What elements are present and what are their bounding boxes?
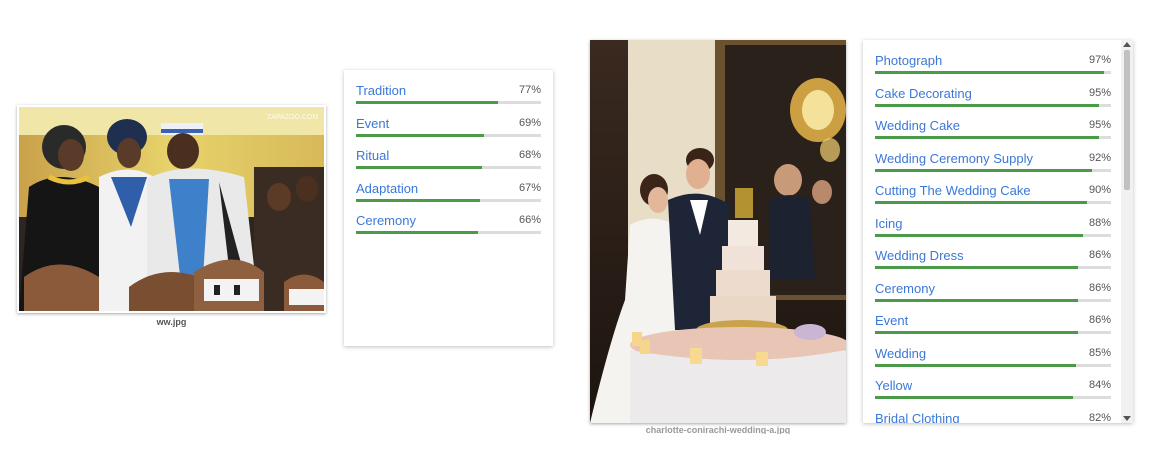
label-score: 97% xyxy=(1088,54,1111,66)
label-row: Ceremony 66% xyxy=(356,207,541,240)
label-row: Wedding Ceremony Supply 92% xyxy=(875,145,1111,178)
score-bar-track xyxy=(356,133,541,137)
image-1-caption: ww.jpg xyxy=(156,317,187,327)
label-name[interactable]: Event xyxy=(875,313,908,328)
score-bar-track xyxy=(356,166,541,169)
label-name[interactable]: Event xyxy=(356,116,389,131)
label-row: Ceremony 86% xyxy=(875,275,1111,308)
label-name[interactable]: Photograph xyxy=(875,53,942,68)
label-row: Photograph 97% xyxy=(875,47,1111,80)
labels-list-2[interactable]: Photograph 97% Cake Decorating 95% Wedding C… xyxy=(875,47,1111,423)
score-bar-fill xyxy=(875,233,1083,237)
label-name[interactable]: Tradition xyxy=(356,83,406,98)
label-score: 67% xyxy=(518,181,541,194)
score-bar-fill xyxy=(875,298,1078,302)
label-score: 92% xyxy=(1088,151,1111,164)
label-row: Cake Decorating 95% xyxy=(875,80,1111,113)
label-row: Event 69% xyxy=(356,110,541,143)
label-score: 77% xyxy=(518,84,541,96)
label-score: 86% xyxy=(1088,314,1111,326)
score-bar-fill xyxy=(875,71,1104,74)
score-bar-track xyxy=(875,331,1111,334)
scroll-thumb[interactable] xyxy=(1124,50,1130,190)
label-row: Cutting The Wedding Cake 90% xyxy=(875,177,1111,210)
scrollbar[interactable] xyxy=(1121,40,1133,423)
label-row: Yellow 84% xyxy=(875,372,1111,405)
label-row: Ritual 68% xyxy=(356,142,541,175)
label-score: 95% xyxy=(1088,86,1111,99)
label-score: 86% xyxy=(1088,249,1111,261)
label-name[interactable]: Ceremony xyxy=(356,213,416,228)
score-bar-fill xyxy=(875,168,1093,172)
label-row: Event 86% xyxy=(875,307,1111,340)
score-bar-track xyxy=(875,168,1111,172)
score-bar-fill xyxy=(875,396,1074,399)
score-bar-track xyxy=(356,101,541,104)
label-score: 69% xyxy=(518,116,541,129)
label-name[interactable]: Wedding xyxy=(875,346,926,361)
label-name[interactable]: Yellow xyxy=(875,378,912,393)
scroll-up-arrow-icon[interactable] xyxy=(1123,42,1131,47)
photo-card-2 xyxy=(590,40,846,423)
labels-panel-1: Tradition 77% Event 69% Ritual 68% Adaptation 6… xyxy=(344,70,553,346)
label-row: Icing 88% xyxy=(875,210,1111,243)
label-row: Adaptation 67% xyxy=(356,175,541,208)
score-bar-fill xyxy=(875,363,1076,367)
score-bar-fill xyxy=(356,133,484,137)
score-bar-track xyxy=(875,363,1111,367)
label-name[interactable]: Adaptation xyxy=(356,181,418,196)
label-row: Wedding 85% xyxy=(875,340,1111,373)
label-name[interactable]: Cake Decorating xyxy=(875,86,972,101)
score-bar-fill xyxy=(356,198,480,202)
score-bar-fill xyxy=(875,201,1088,204)
score-bar-track xyxy=(875,298,1111,302)
score-bar-track xyxy=(875,233,1111,237)
score-bar-fill xyxy=(875,103,1100,107)
score-bar-track xyxy=(875,103,1111,107)
image-2-caption: charlotte-conirachi-wedding-a.jpg xyxy=(645,425,791,434)
label-row: Tradition 77% xyxy=(356,77,541,110)
label-score: 90% xyxy=(1088,184,1111,196)
score-bar-fill xyxy=(356,231,479,234)
score-bar-fill xyxy=(875,136,1100,139)
label-score: 88% xyxy=(1088,216,1111,229)
label-name[interactable]: Bridal Clothing xyxy=(875,411,960,424)
label-name[interactable]: Ceremony xyxy=(875,281,935,296)
score-bar-track xyxy=(875,136,1111,139)
score-bar-fill xyxy=(356,101,499,104)
score-bar-track xyxy=(875,201,1111,204)
score-bar-track xyxy=(875,396,1111,399)
labels-list-1: Tradition 77% Event 69% Ritual 68% Adaptation 6… xyxy=(356,77,541,240)
label-score: 68% xyxy=(518,149,541,161)
label-name[interactable]: Icing xyxy=(875,216,902,231)
score-bar-fill xyxy=(356,166,482,169)
score-bar-track xyxy=(875,266,1111,269)
labels-panel-2: Photograph 97% Cake Decorating 95% Wedding C… xyxy=(863,40,1133,423)
label-name[interactable]: Wedding Dress xyxy=(875,248,964,263)
label-score: 82% xyxy=(1088,411,1111,424)
wedding-photo[interactable] xyxy=(590,40,846,423)
label-name[interactable]: Ritual xyxy=(356,148,389,163)
label-name[interactable]: Cutting The Wedding Cake xyxy=(875,183,1031,198)
ceremony-photo[interactable]: ZAPAZOO.COM xyxy=(19,107,324,311)
label-score: 85% xyxy=(1088,346,1111,359)
label-score: 66% xyxy=(518,214,541,226)
score-bar-track xyxy=(356,231,541,234)
score-bar-fill xyxy=(875,331,1078,334)
label-score: 84% xyxy=(1088,379,1111,391)
label-score: 95% xyxy=(1088,119,1111,131)
scroll-down-arrow-icon[interactable] xyxy=(1123,416,1131,421)
label-row: Bridal Clothing 82% xyxy=(875,405,1111,424)
photo-card-1: ZAPAZOO.COM xyxy=(17,105,326,313)
score-bar-track xyxy=(875,71,1111,74)
label-name[interactable]: Wedding Cake xyxy=(875,118,960,133)
label-score: 86% xyxy=(1088,281,1111,294)
score-bar-fill xyxy=(875,266,1078,269)
label-row: Wedding Dress 86% xyxy=(875,242,1111,275)
label-row: Wedding Cake 95% xyxy=(875,112,1111,145)
score-bar-track xyxy=(356,198,541,202)
watermark-text: ZAPAZOO.COM xyxy=(267,114,318,121)
label-name[interactable]: Wedding Ceremony Supply xyxy=(875,151,1033,166)
